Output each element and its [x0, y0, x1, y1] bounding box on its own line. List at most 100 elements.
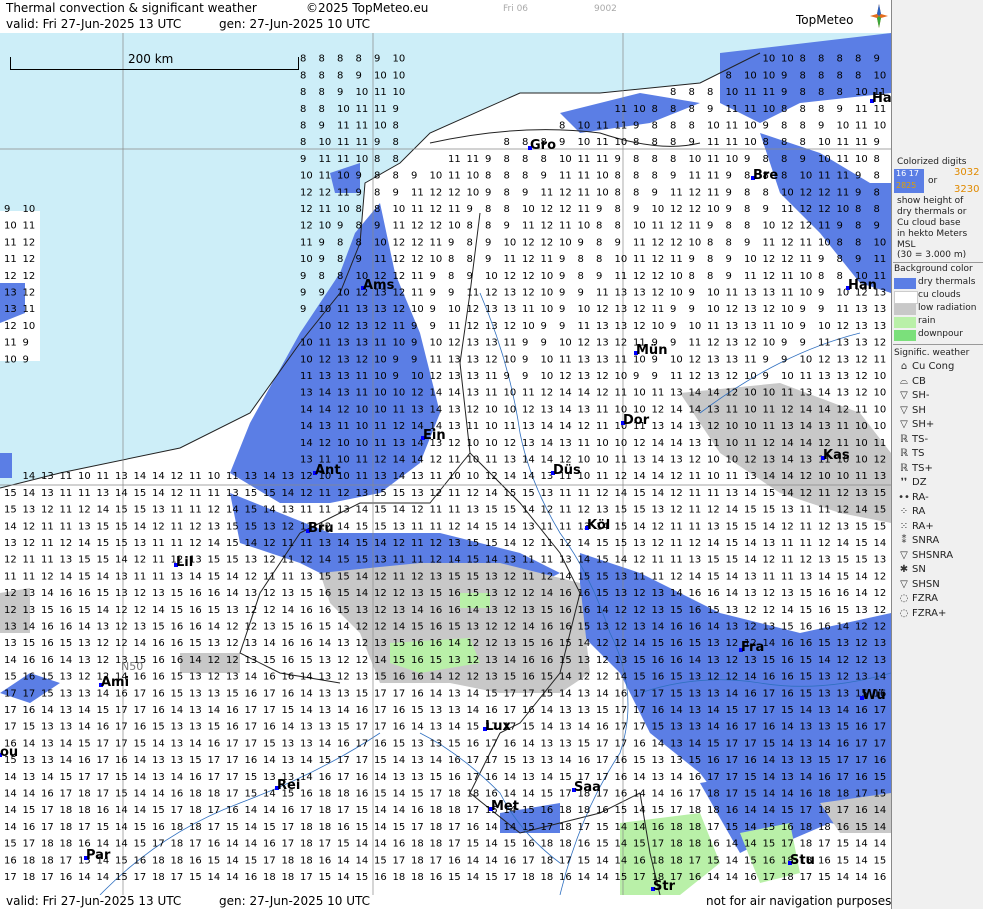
thermal-height-digit: 11 [337, 187, 350, 198]
thermal-height-digit: 12 [763, 438, 776, 449]
thermal-height-digit: 9 [726, 254, 732, 265]
thermal-height-digit: 16 [652, 672, 665, 683]
thermal-height-digit: 14 [504, 789, 517, 800]
thermal-height-digit: 11 [337, 154, 350, 165]
thermal-height-digit: 8 [855, 70, 861, 81]
legend-sig-item: •• RA- [896, 492, 968, 506]
thermal-height-digit: 8 [652, 121, 658, 132]
thermal-height-digit: 13 [837, 388, 850, 399]
thermal-height-digit: 12 [670, 571, 683, 582]
thermal-height-digit: 18 [171, 839, 184, 850]
thermal-height-digit: 15 [467, 538, 480, 549]
thermal-height-digit: 11 [559, 521, 572, 532]
thermal-height-digit: 14 [300, 421, 313, 432]
thermal-height-digit: 15 [374, 755, 387, 766]
thermal-height-digit: 13 [319, 421, 332, 432]
thermal-height-digit: 15 [300, 655, 313, 666]
thermal-height-digit: 9 [300, 304, 306, 315]
legend-sig-label: TS+ [912, 462, 933, 474]
legend-bg-label: dry thermals [918, 277, 976, 287]
thermal-height-digit: 9 [374, 221, 380, 232]
thermal-height-digit: 12 [837, 505, 850, 516]
thermal-height-digit: 14 [448, 555, 461, 566]
thermal-height-digit: 13 [245, 638, 258, 649]
thermal-height-digit: 13 [152, 588, 165, 599]
thermal-height-digit: 13 [23, 505, 36, 516]
thermal-height-digit: 17 [23, 688, 36, 699]
thermal-height-digit: 10 [781, 187, 794, 198]
thermal-height-digit: 14 [781, 488, 794, 499]
thermal-height-digit: 16 [23, 672, 36, 683]
thermal-height-digit: 8 [337, 54, 343, 65]
thermal-height-digit: 9 [393, 187, 399, 198]
thermal-height-digit: 11 [855, 404, 868, 415]
thermal-height-digit: 17 [467, 805, 480, 816]
thermal-height-digit: 13 [800, 738, 813, 749]
thermal-height-digit: 9 [726, 187, 732, 198]
thermal-height-digit: 8 [522, 154, 528, 165]
thermal-height-digit: 12 [374, 588, 387, 599]
weather-map[interactable]: 8 8 8 8 9 10 10 10 8 8 8 8 9 8 8 8 9 10 10 8 10 10 9 8 8 8 8 10 8 8 9 1… [0, 33, 891, 895]
footer-note: not for air navigation purposes [706, 894, 892, 908]
footer-bar: valid: Fri 27-Jun-2025 13 UTC gen: 27-Ju… [0, 894, 892, 909]
thermal-height-digit: 14 [134, 471, 147, 482]
thermal-height-digit: 11 [781, 571, 794, 582]
thermal-height-digit: 18 [23, 872, 36, 883]
thermal-height-digit: 15 [430, 588, 443, 599]
thermal-height-digit: 13 [189, 672, 202, 683]
thermal-height-digit: 12 [319, 354, 332, 365]
thermal-height-digit: 13 [78, 638, 91, 649]
thermal-height-digit: 15 [522, 822, 535, 833]
thermal-height-digit: 12 [726, 638, 739, 649]
thermal-height-digit: 10 [744, 121, 757, 132]
thermal-height-digit: 8 [818, 104, 824, 115]
thermal-height-digit: 14 [559, 688, 572, 699]
thermal-height-digit: 12 [430, 204, 443, 215]
thermal-height-digit: 10 [818, 237, 831, 248]
thermal-height-digit: 16 [707, 588, 720, 599]
thermal-height-digit: 14 [430, 688, 443, 699]
thermal-height-digit: 14 [226, 855, 239, 866]
thermal-height-digit: 17 [578, 822, 591, 833]
thermal-height-digit: 13 [855, 605, 868, 616]
thermal-height-digit: 13 [744, 288, 757, 299]
thermal-height-digit: 8 [522, 171, 528, 182]
legend-sig-label: SN [912, 564, 926, 575]
thermal-height-digit: 13 [356, 605, 369, 616]
thermal-height-digit: 17 [448, 839, 461, 850]
thermal-height-digit: 8 [744, 171, 750, 182]
thermal-height-digit: 14 [633, 789, 646, 800]
thermal-height-digit: 11 [596, 404, 609, 415]
thermal-height-digit: 16 [171, 655, 184, 666]
thermal-height-digit: 15 [652, 722, 665, 733]
thermal-height-digit: 11 [559, 221, 572, 232]
thermal-height-digit: 17 [23, 839, 36, 850]
thermal-height-digit: 12 [763, 304, 776, 315]
thermal-height-digit: 17 [689, 789, 702, 800]
thermal-height-digit: 17 [467, 772, 480, 783]
thermal-height-digit: 17 [4, 872, 17, 883]
thermal-height-digit: 13 [485, 321, 498, 332]
thermal-height-digit: 10 [337, 104, 350, 115]
thermal-height-digit: 17 [596, 755, 609, 766]
thermal-height-digit: 11 [596, 288, 609, 299]
legend-sig-item: ▽ SH+ [896, 419, 968, 433]
thermal-height-digit: 12 [4, 605, 17, 616]
thermal-height-digit: 13 [300, 455, 313, 466]
thermal-height-digit: 14 [504, 822, 517, 833]
thermal-height-digit: 10 [319, 137, 332, 148]
map-canvas: 8 8 8 8 9 10 10 10 8 8 8 8 98 8 8 9 10 10 8 10 10 9 8 8 8 8 108 8 9 1… [0, 33, 891, 895]
thermal-height-digit: 10 [393, 388, 406, 399]
thermal-height-digit: 15 [615, 521, 628, 532]
thermal-height-digit: 10 [374, 388, 387, 399]
thermal-height-digit: 15 [707, 571, 720, 582]
thermal-height-digit: 11 [726, 471, 739, 482]
thermal-height-digit: 11 [578, 438, 591, 449]
thermal-height-digit: 15 [208, 855, 221, 866]
thermal-height-digit: 16 [337, 822, 350, 833]
thermal-height-digit: 14 [763, 772, 776, 783]
thermal-height-digit: 17 [78, 822, 91, 833]
thermal-height-digit: 12 [411, 388, 424, 399]
thermal-height-digit: 14 [393, 455, 406, 466]
thermal-height-digit: 14 [559, 421, 572, 432]
